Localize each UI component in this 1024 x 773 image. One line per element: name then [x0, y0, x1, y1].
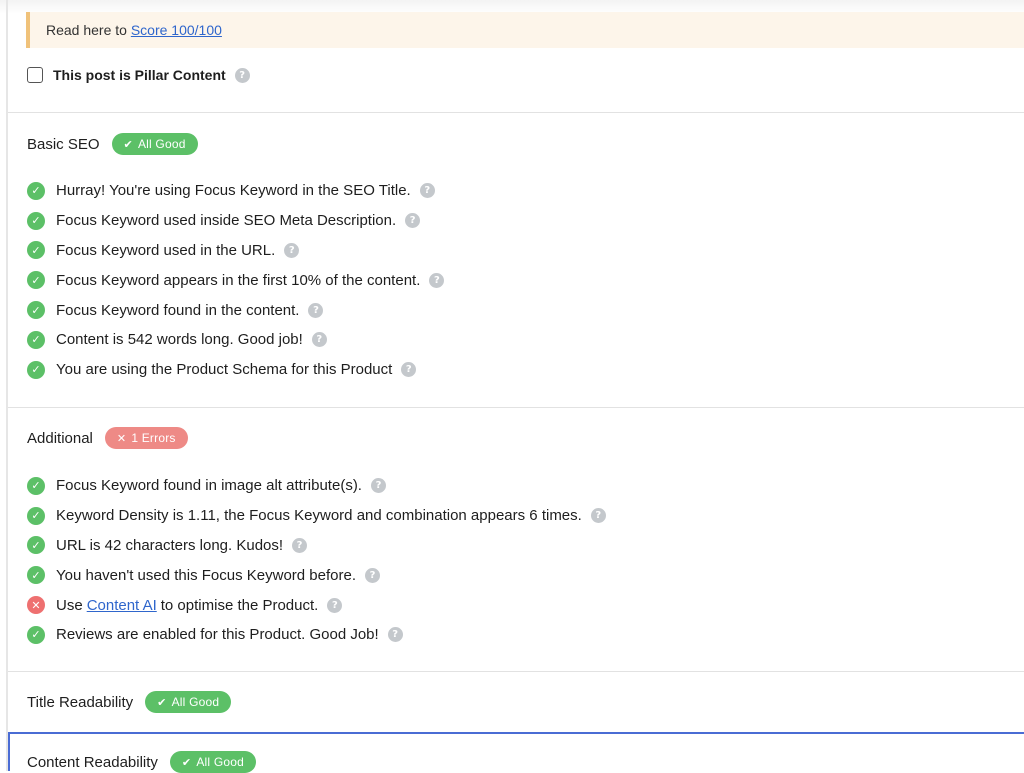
check-text: Focus Keyword used in the URL. — [56, 241, 276, 259]
section-title[interactable]: Content Readability — [27, 754, 158, 771]
pillar-content-row[interactable]: This post is Pillar Content ? — [27, 64, 250, 86]
help-icon[interactable]: ? — [284, 242, 300, 258]
divider — [8, 112, 1024, 113]
section-title-readability-header[interactable]: Title Readability ✔ All Good — [27, 691, 232, 713]
check-circle-icon: ✓ — [27, 330, 45, 349]
check-text: You haven't used this Focus Keyword befo… — [56, 566, 356, 584]
section-title[interactable]: Additional — [27, 430, 93, 447]
check-circle-icon: ✓ — [27, 271, 45, 290]
error-badge: ✕ 1 Errors — [104, 427, 188, 449]
help-icon[interactable]: ? — [234, 67, 250, 83]
badge-label: All Good — [137, 137, 186, 151]
check-text-prefix: Use — [56, 596, 83, 614]
pillar-content-label[interactable]: This post is Pillar Content — [53, 67, 226, 83]
help-icon[interactable]: ? — [365, 567, 380, 583]
check-circle-icon: ✓ — [27, 211, 45, 230]
check-text: Reviews are enabled for this Product. Go… — [56, 626, 379, 644]
section-title[interactable]: Title Readability — [27, 694, 133, 711]
check-text: You are using the Product Schema for thi… — [56, 361, 393, 379]
notice-prefix: Read here to — [46, 22, 127, 38]
list-item: ✓ Focus Keyword appears in the first 10%… — [27, 265, 445, 295]
check-circle-icon: ✓ — [27, 566, 45, 585]
status-badge: ✔ All Good — [145, 691, 232, 713]
check-text: Focus Keyword appears in the first 10% o… — [56, 271, 421, 289]
list-item: ✓ You haven't used this Focus Keyword be… — [27, 560, 606, 590]
check-text: Focus Keyword used inside SEO Meta Descr… — [56, 212, 397, 230]
list-item: ✓ URL is 42 characters long. Kudos! ? — [27, 531, 606, 561]
list-item: ✓ Content is 542 words long. Good job! ? — [27, 325, 444, 355]
x-mark-icon: ✕ — [116, 432, 127, 445]
badge-label: All Good — [196, 755, 244, 769]
list-item: ✕ Use Content AI to optimise the Product… — [27, 590, 606, 620]
list-item: ✓ Focus Keyword used inside SEO Meta Des… — [27, 206, 444, 236]
check-circle-icon: ✓ — [27, 536, 45, 555]
x-circle-icon: ✕ — [27, 596, 45, 615]
status-badge: ✔ All Good — [169, 751, 256, 773]
badge-label: All Good — [171, 695, 220, 709]
help-icon[interactable]: ? — [401, 362, 417, 378]
check-mark-icon: ✔ — [123, 138, 133, 151]
list-item: ✓ Keyword Density is 1.11, the Focus Key… — [27, 501, 606, 531]
check-text: Hurray! You're using Focus Keyword in th… — [56, 182, 411, 200]
additional-checklist: ✓ Focus Keyword found in image alt attri… — [27, 471, 606, 650]
help-icon[interactable]: ? — [370, 478, 386, 494]
check-text-suffix: to optimise the Product. — [160, 596, 319, 614]
check-circle-icon: ✓ — [27, 360, 45, 379]
divider — [8, 671, 1024, 672]
score-notice: Read here to Score 100/100 — [26, 12, 1024, 48]
panel-left-border — [6, 0, 8, 771]
check-circle-icon: ✓ — [27, 625, 45, 644]
check-circle-icon: ✓ — [27, 181, 45, 200]
help-icon[interactable]: ? — [590, 508, 606, 524]
basic-seo-checklist: ✓ Hurray! You're using Focus Keyword in … — [27, 176, 445, 385]
list-item: ✓ Hurray! You're using Focus Keyword in … — [27, 176, 444, 206]
check-text: URL is 42 characters long. Kudos! — [56, 536, 284, 554]
check-circle-icon: ✓ — [27, 241, 45, 260]
check-circle-icon: ✓ — [27, 506, 45, 525]
section-title[interactable]: Basic SEO — [27, 136, 100, 153]
check-circle-icon: ✓ — [27, 301, 45, 320]
list-item: ✓ Focus Keyword found in image alt attri… — [27, 471, 606, 501]
help-icon[interactable]: ? — [292, 537, 308, 553]
section-content-readability-header[interactable]: Content Readability ✔ All Good — [27, 751, 256, 773]
section-additional-header[interactable]: Additional ✕ 1 Errors — [27, 427, 188, 449]
list-item: ✓ Focus Keyword used in the URL. ? — [27, 236, 444, 266]
check-mark-icon: ✔ — [157, 696, 167, 709]
help-icon[interactable]: ? — [405, 213, 421, 229]
help-icon[interactable]: ? — [327, 597, 343, 613]
list-item: ✓ Focus Keyword found in the content. ? — [27, 295, 444, 325]
divider — [8, 407, 1024, 408]
help-icon[interactable]: ? — [311, 332, 327, 348]
check-text: Keyword Density is 1.11, the Focus Keywo… — [56, 507, 582, 525]
score-link[interactable]: Score 100/100 — [131, 22, 222, 38]
check-circle-icon: ✓ — [27, 476, 45, 495]
check-text: Focus Keyword found in image alt attribu… — [56, 477, 362, 495]
help-icon[interactable]: ? — [419, 183, 435, 199]
check-mark-icon: ✔ — [181, 756, 192, 769]
list-item: ✓ You are using the Product Schema for t… — [27, 355, 444, 385]
content-ai-link[interactable]: Content AI — [87, 597, 157, 614]
check-text: Content is 542 words long. Good job! — [56, 331, 303, 349]
help-icon[interactable]: ? — [387, 627, 403, 643]
help-icon[interactable]: ? — [429, 272, 445, 288]
list-item: ✓ Reviews are enabled for this Product. … — [27, 620, 606, 650]
check-text: Focus Keyword found in the content. — [56, 301, 300, 319]
badge-label: 1 Errors — [131, 431, 176, 445]
help-icon[interactable]: ? — [308, 302, 324, 318]
section-basic-seo-header[interactable]: Basic SEO ✔ All Good — [27, 133, 198, 155]
pillar-content-checkbox[interactable] — [27, 67, 43, 83]
status-badge: ✔ All Good — [111, 133, 198, 155]
